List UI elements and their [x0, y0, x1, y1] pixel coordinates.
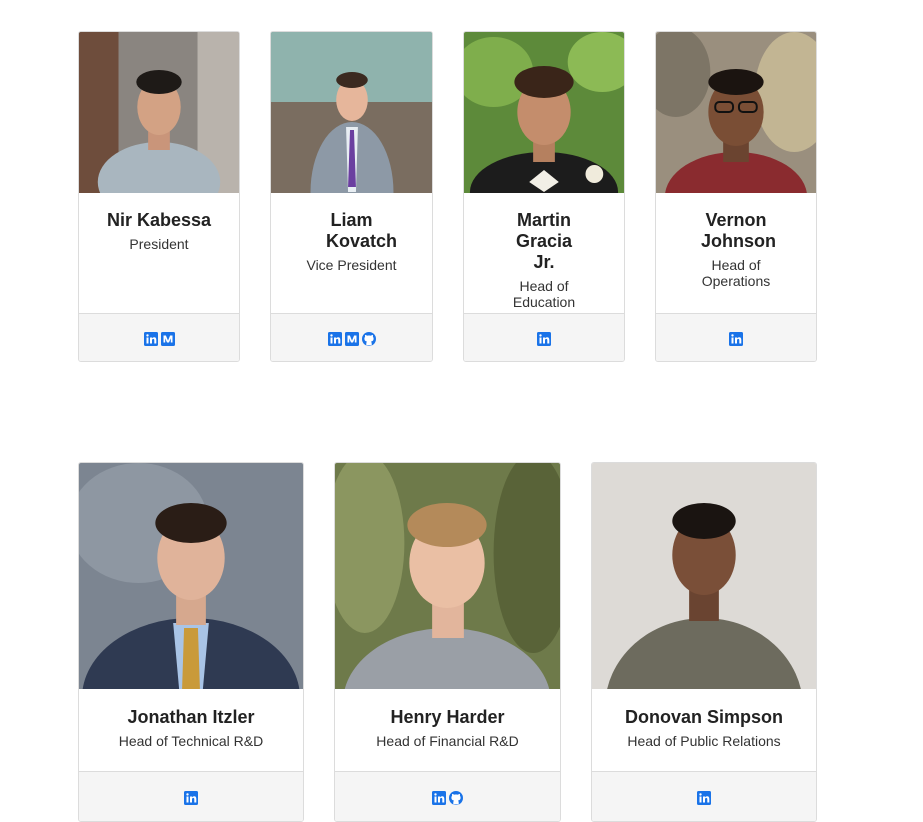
team-card-martin-gracia: Martin Gracia Jr. Head of Education: [463, 31, 625, 362]
member-photo: [271, 32, 432, 193]
medium-icon[interactable]: [344, 332, 359, 346]
linkedin-icon[interactable]: [327, 332, 342, 346]
team-card-vernon-johnson: Vernon Johnson Head of Operations: [655, 31, 817, 362]
member-role: President: [129, 236, 189, 252]
member-photo: [335, 463, 560, 689]
member-name: Jonathan Itzler: [127, 707, 255, 727]
team-card-liam-kovatch: Liam Kovatch Vice President: [270, 31, 433, 362]
member-name: Henry Harder: [390, 707, 505, 727]
linkedin-icon[interactable]: [537, 332, 551, 346]
member-photo: [464, 32, 624, 193]
team-card-nir-kabessa: Nir Kabessa President: [78, 31, 240, 362]
member-photo: [656, 32, 816, 193]
member-role: Vice President: [306, 257, 397, 273]
member-name: Nir Kabessa: [106, 210, 212, 230]
team-card-jonathan-itzler: Jonathan Itzler Head of Technical R&D: [78, 462, 304, 822]
member-name: Martin Gracia Jr.: [515, 210, 573, 272]
linkedin-icon[interactable]: [184, 791, 198, 805]
member-role: Head of Financial R&D: [376, 733, 519, 749]
member-name: Liam Kovatch: [326, 210, 398, 251]
linkedin-icon[interactable]: [729, 332, 743, 346]
member-role: Head of Operations: [701, 257, 771, 289]
linkedin-icon[interactable]: [432, 791, 446, 805]
member-photo: [79, 463, 303, 689]
medium-icon[interactable]: [160, 332, 175, 346]
member-name: Vernon Johnson: [701, 210, 776, 251]
member-role: Head of Public Relations: [627, 733, 781, 749]
member-role: Head of Education: [512, 278, 576, 310]
team-card-donovan-simpson: Donovan Simpson Head of Public Relations: [591, 462, 817, 822]
member-role: Head of Technical R&D: [118, 733, 264, 749]
github-icon[interactable]: [449, 791, 463, 805]
member-photo: [79, 32, 239, 193]
member-photo: [592, 463, 816, 689]
team-card-henry-harder: Henry Harder Head of Financial R&D: [334, 462, 561, 822]
member-name: Donovan Simpson: [624, 707, 783, 727]
linkedin-icon[interactable]: [697, 791, 711, 805]
linkedin-icon[interactable]: [143, 332, 158, 346]
github-icon[interactable]: [361, 332, 376, 346]
